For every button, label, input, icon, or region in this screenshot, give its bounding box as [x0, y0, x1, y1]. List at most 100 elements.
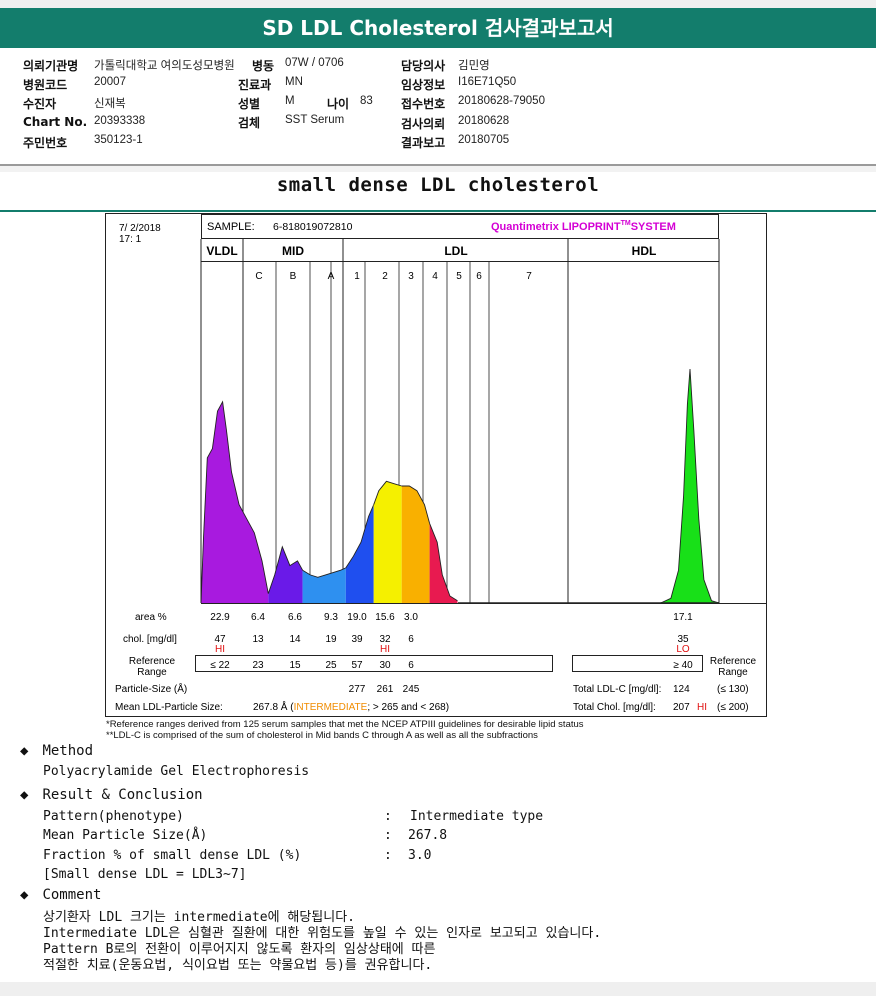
area-label: area %: [135, 612, 167, 623]
method-header: ◆ Method: [20, 743, 94, 759]
specimen-label: 검체: [238, 116, 261, 130]
ref-value: 30: [379, 660, 391, 671]
band-label-3: 3: [408, 271, 414, 282]
hospital-code-label: 병원코드: [23, 78, 68, 92]
age-value: 83: [360, 95, 373, 107]
area-value: 9.3: [324, 612, 338, 623]
age-label: 나이: [327, 97, 350, 111]
result-row: Fraction % of small dense LDL (%): [43, 848, 302, 863]
total-ldl-ref: (≤ 130): [717, 684, 749, 695]
patient-info: 의뢰기관명 가톨릭대학교 여의도성모병원 병동 07W / 0706 담당의사 …: [0, 48, 876, 164]
chart-frame: [105, 213, 767, 717]
mean-size-label: Mean LDL-Particle Size:: [115, 702, 223, 713]
result-row-sep: :: [384, 828, 392, 843]
total-chol-flag: HI: [697, 702, 707, 713]
chol-label: chol. [mg/dl]: [123, 634, 177, 645]
chart-no-label: Chart No.: [23, 115, 88, 129]
sex-label: 성별: [238, 97, 261, 111]
result-row: Mean Particle Size(Å): [43, 828, 208, 843]
total-ldl-value: 124: [673, 684, 690, 695]
chart-date: 7/ 2/2018: [119, 223, 161, 234]
band-label-6: 6: [476, 271, 482, 282]
institution-label: 의뢰기관명: [23, 59, 79, 73]
footnote-2: **LDL-C is comprised of the sum of chole…: [106, 730, 538, 741]
chart-no-value: 20393338: [94, 115, 146, 127]
ref-label-right-b: Range: [718, 667, 748, 678]
comment-line: 적절한 치료(운동요법, 식이요법 또는 약물요법 등)를 권유합니다.: [43, 958, 433, 973]
particle-size-value: 261: [377, 684, 394, 695]
band-label-C: C: [255, 271, 262, 282]
result-row-value: 267.8: [408, 828, 448, 843]
size-row: 277 261 245: [349, 684, 420, 695]
ref-label-b: Range: [137, 667, 167, 678]
ref-value: ≤ 22: [210, 660, 230, 671]
area-value: 6.6: [288, 612, 302, 623]
top-strip: [0, 0, 876, 8]
area-value: 15.6: [375, 612, 395, 623]
profile-band-1: [373, 481, 402, 603]
total-chol-value: 207: [673, 702, 690, 713]
request-date-value: 20180628: [458, 115, 510, 127]
doctor-label: 담당의사: [401, 59, 446, 73]
particle-size-label: Particle-Size (Å): [115, 682, 187, 695]
chol-value: 6: [408, 634, 414, 645]
area-value: 17.1: [673, 612, 693, 623]
lipoprint-chart: 7/ 2/2018 17: 1 SAMPLE: 6-818019072810 Q…: [105, 213, 767, 717]
system-name: Quantimetrix LIPOPRINTTMSYSTEM: [491, 220, 676, 233]
hospital-code-value: 20007: [94, 76, 126, 88]
diamond-bullet-icon: ◆: [20, 787, 29, 803]
band-label-4: 4: [432, 271, 438, 282]
ward-label: 병동: [252, 59, 275, 73]
total-chol-ref: (≤ 200): [717, 702, 749, 713]
flag-ldl2: HI: [380, 644, 390, 655]
footnote-1: *Reference ranges derived from 125 serum…: [106, 719, 584, 730]
group-label-mid: MID: [282, 244, 304, 258]
chol-value: 39: [351, 634, 363, 645]
dept-value: MN: [285, 76, 303, 88]
report-date-label: 결과보고: [401, 136, 446, 150]
receipt-no-label: 접수번호: [401, 97, 446, 111]
report-date-value: 20180705: [458, 134, 510, 146]
divider-green: [0, 210, 876, 212]
area-value: 6.4: [251, 612, 265, 623]
result-header: ◆ Result & Conclusion: [20, 787, 203, 803]
ref-label-a: Reference: [129, 656, 176, 667]
method-text: Polyacrylamide Gel Electrophoresis: [43, 764, 310, 779]
result-note: [Small dense LDL = LDL3~7]: [43, 867, 247, 882]
institution-value: 가톨릭대학교 여의도성모병원: [94, 60, 235, 72]
result-row-sep: :: [384, 809, 392, 824]
diamond-bullet-icon: ◆: [20, 887, 29, 903]
chart-time: 17: 1: [119, 234, 142, 245]
area-value: 19.0: [347, 612, 367, 623]
examinee-label: 수진자: [23, 97, 57, 111]
group-label-vldl: VLDL: [206, 244, 237, 258]
total-ldl-label: Total LDL-C [mg/dl]:: [573, 684, 661, 695]
report-subtitle: small dense LDL cholesterol: [276, 174, 600, 196]
result-row-value: Intermediate type: [410, 809, 544, 824]
particle-size-value: 277: [349, 684, 366, 695]
particle-size-value: 245: [403, 684, 420, 695]
ref-value: 57: [351, 660, 363, 671]
group-label-hdl: HDL: [632, 244, 657, 258]
band-label-2: 2: [382, 271, 388, 282]
area-value: 22.9: [210, 612, 230, 623]
ref-value: 23: [252, 660, 264, 671]
chol-value: 14: [289, 634, 301, 645]
ward-value: 07W / 0706: [285, 57, 344, 69]
dept-label: 진료과: [238, 78, 272, 92]
result-row-sep: :: [384, 848, 392, 863]
ref-value: 25: [325, 660, 337, 671]
comment-header: ◆ Comment: [20, 887, 102, 903]
clinical-info-label: 임상정보: [401, 78, 446, 92]
request-date-label: 검사의뢰: [401, 117, 446, 131]
flag-hdl: LO: [676, 644, 690, 655]
band-label-5: 5: [456, 271, 462, 282]
divider-gap: [0, 166, 876, 172]
bottom-strip: [0, 982, 876, 996]
total-chol-label: Total Chol. [mg/dl]:: [573, 702, 656, 713]
ref-value: 15: [289, 660, 301, 671]
result-row-value: 3.0: [408, 848, 432, 863]
ref-label-right-a: Reference: [710, 656, 757, 667]
area-value: 3.0: [404, 612, 418, 623]
result-row: Pattern(phenotype): [43, 809, 184, 824]
